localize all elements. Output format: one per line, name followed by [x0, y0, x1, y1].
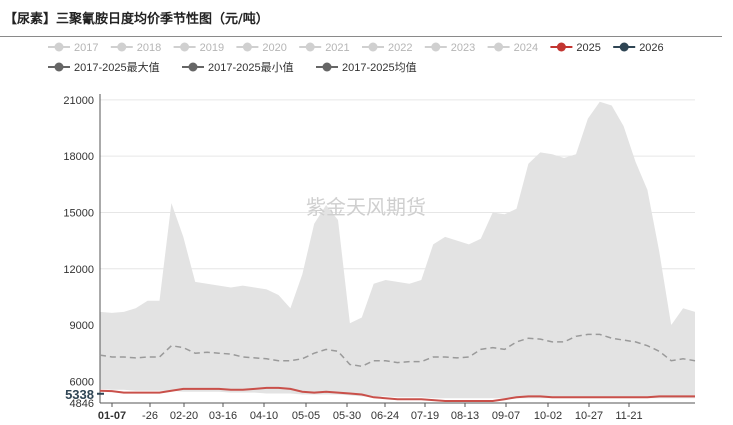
legend-marker: [54, 62, 64, 72]
x-tick-label: 10-02: [534, 410, 562, 422]
legend-item-2017: 2017: [48, 42, 98, 54]
legend-label: 2018: [137, 42, 161, 54]
legend-marker: [305, 42, 315, 52]
x-tick-label: 03-16: [209, 410, 237, 422]
x-tick-label: 08-13: [451, 410, 479, 422]
y-tick-label: 12000: [63, 264, 94, 276]
legend-item-2017-2025最小值: 2017-2025最小值: [182, 61, 294, 74]
legend-item-2026: 2026: [613, 42, 664, 54]
legend-marker: [322, 62, 332, 72]
legend-item-2018: 2018: [110, 42, 161, 54]
legend-item-2025: 2025: [550, 42, 601, 54]
legend-marker: [54, 42, 64, 52]
legend-label: 2017-2025最小值: [208, 61, 294, 74]
legend-item-2021: 2021: [299, 42, 350, 54]
legend-label: 2017: [74, 42, 98, 54]
legend: 2017 2018 2019 2020 2021 2022 2023 2024 2025 2026…: [48, 42, 664, 74]
legend-item-2020: 2020: [236, 42, 287, 54]
watermark: 紫金天风期货: [306, 195, 426, 219]
current-value-label: 5338: [65, 387, 94, 402]
min-max-range-area: [100, 101, 695, 399]
legend-marker: [188, 62, 198, 72]
x-tick-label: 05-30: [333, 410, 361, 422]
legend-label: 2022: [388, 42, 412, 54]
legend-label: 2020: [262, 42, 286, 54]
legend-marker: [431, 42, 441, 52]
legend-item-2017-2025均值: 2017-2025均值: [316, 61, 417, 74]
legend-item-2022: 2022: [362, 42, 412, 54]
legend-marker: [494, 42, 504, 52]
legend-item-2019: 2019: [173, 42, 224, 54]
x-tick-label: 07-19: [411, 410, 439, 422]
legend-label: 2021: [325, 42, 349, 54]
legend-marker: [556, 42, 566, 52]
legend-label: 2017-2025均值: [342, 61, 417, 74]
y-tick-label: 15000: [63, 207, 94, 219]
legend-marker: [117, 42, 127, 52]
x-tick-label: 09-07: [492, 410, 520, 422]
x-tick-label: 01-07: [98, 410, 126, 422]
x-tick-label: 02-20: [170, 410, 198, 422]
legend-marker: [619, 42, 629, 52]
y-tick-label: 21000: [63, 95, 94, 107]
legend-item-2024: 2024: [487, 42, 538, 54]
x-tick-label: -26: [142, 410, 158, 422]
legend-marker: [368, 42, 378, 52]
legend-item-2023: 2023: [424, 42, 475, 54]
legend-marker: [180, 42, 190, 52]
legend-label: 2017-2025最大值: [74, 60, 160, 74]
x-tick-label: 05-05: [292, 410, 320, 422]
x-tick-label: 11-21: [615, 410, 642, 422]
x-tick-label: 04-10: [250, 410, 278, 422]
legend-label: 2024: [514, 42, 538, 54]
legend-label: 2025: [576, 42, 600, 54]
legend-label: 2019: [200, 42, 224, 54]
legend-label: 2023: [451, 42, 475, 54]
y-tick-label: 9000: [70, 320, 94, 332]
y-tick-label: 18000: [63, 151, 94, 163]
legend-item-2017-2025最大值: 2017-2025最大值: [48, 60, 160, 74]
legend-label: 2026: [639, 42, 663, 54]
current-value-marker: 5338: [65, 387, 104, 402]
legend-marker: [242, 42, 252, 52]
x-tick-label: 10-27: [575, 410, 603, 422]
x-tick-label: 06-24: [371, 410, 399, 422]
seasonal-chart: 2017 2018 2019 2020 2021 2022 2023 2024 2025 2026…: [48, 42, 696, 422]
